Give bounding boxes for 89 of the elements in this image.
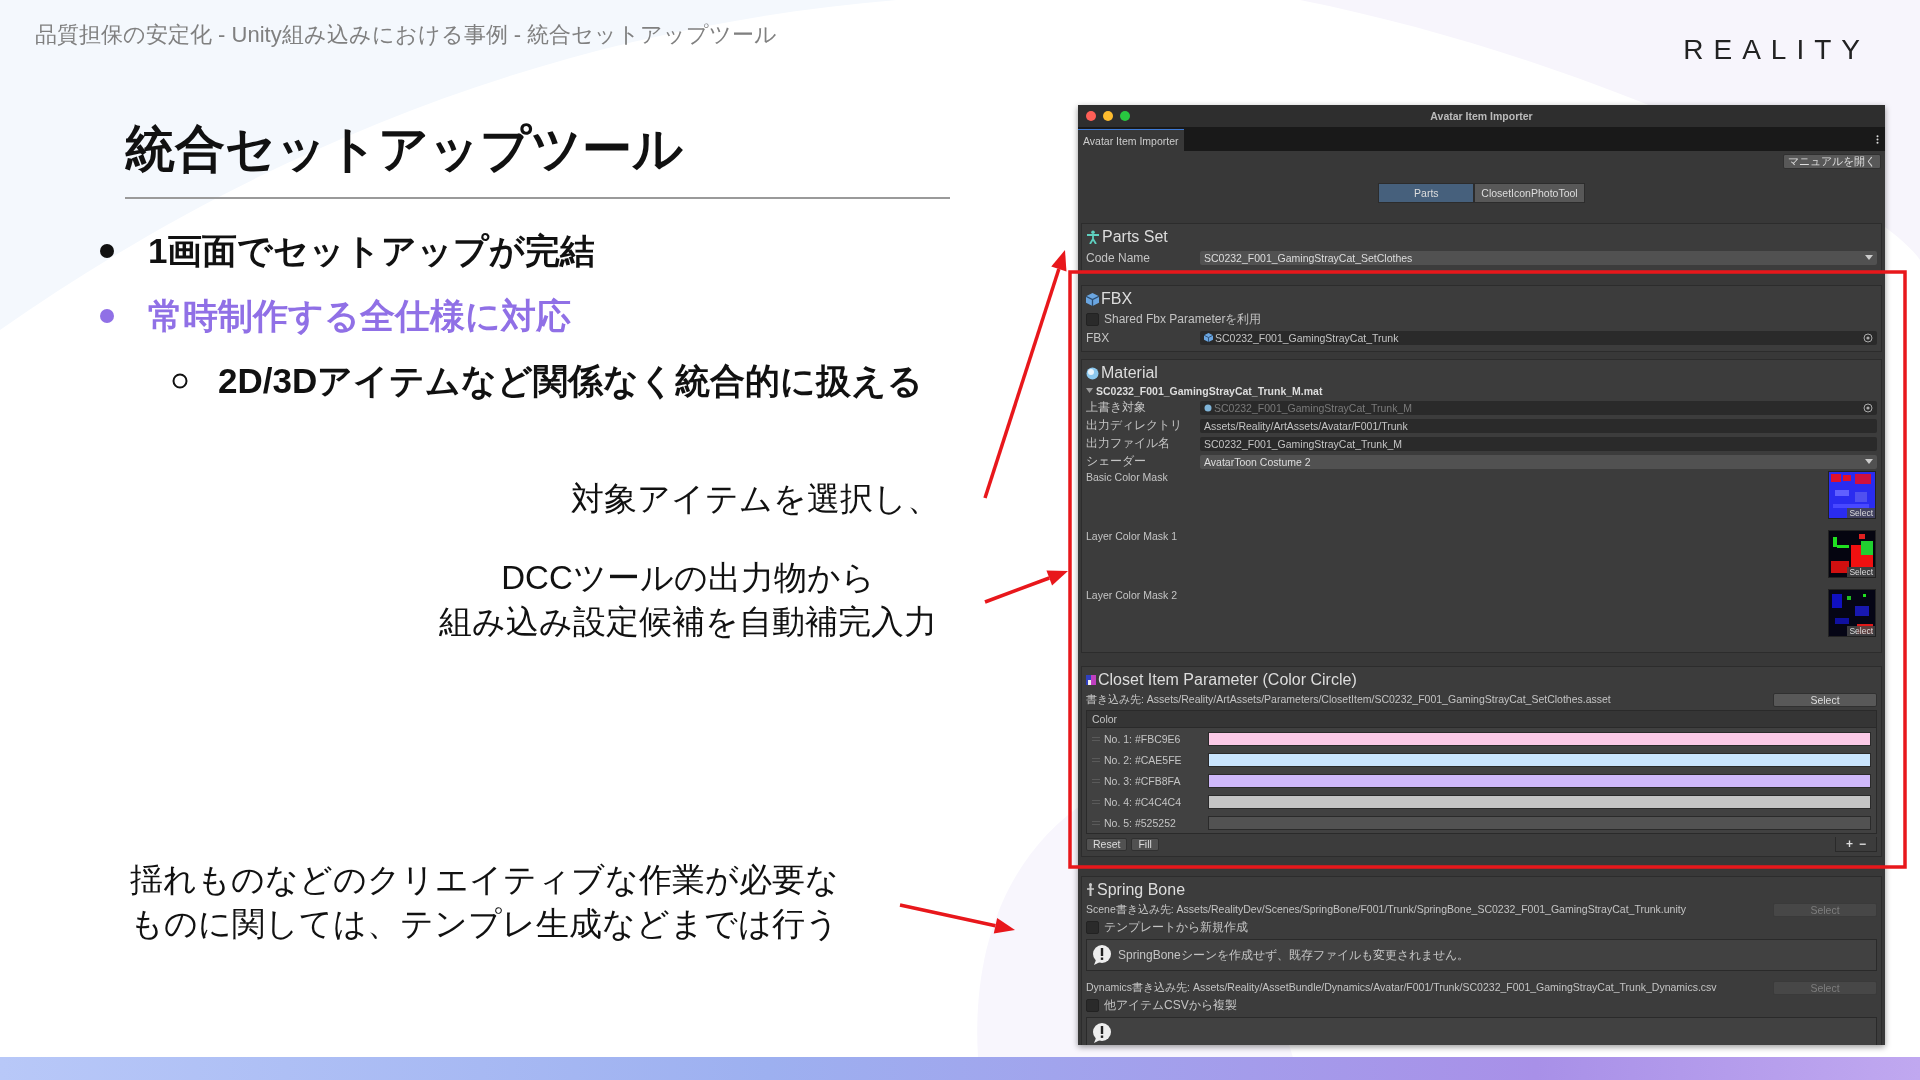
callout-text: DCCツールの出力物から	[500, 558, 876, 598]
window-title: Avatar Item Importer	[1430, 110, 1533, 122]
bullet-text: 2D/3Dアイテムなど関係なく統合的に扱える	[218, 359, 924, 402]
select-button[interactable]: Select	[1773, 693, 1877, 707]
field-label: Layer Color Mask 1	[1086, 530, 1178, 542]
sphere-icon	[1204, 403, 1212, 412]
fill-button[interactable]: Fill	[1131, 838, 1159, 851]
drag-handle-icon[interactable]	[1092, 820, 1100, 825]
field-label: Basic Color Mask	[1086, 471, 1168, 483]
target-icon[interactable]	[1863, 332, 1873, 343]
mode-tab[interactable]: Parts	[1378, 183, 1475, 203]
reset-button[interactable]: Reset	[1086, 838, 1128, 851]
text-field[interactable]: Assets/Reality/ArtAssets/Avatar/F001/Trunk	[1200, 418, 1877, 433]
dropdown-caret-icon	[1865, 254, 1873, 261]
remove-button[interactable]: −	[1859, 837, 1866, 851]
checkbox[interactable]	[1086, 999, 1099, 1012]
checkbox[interactable]	[1086, 313, 1099, 326]
figure-icon	[1086, 230, 1100, 244]
field-label: Layer Color Mask 2	[1086, 589, 1178, 601]
help-text: SpringBoneシーンを作成せず、既存ファイルも変更されません。	[1118, 946, 1469, 964]
list-header: Color	[1092, 713, 1118, 725]
callout-text: ものに関しては、テンプレ生成などまでは行う	[130, 904, 839, 944]
window-tab[interactable]: Avatar Item Importer	[1078, 129, 1184, 151]
drag-handle-icon[interactable]	[1092, 757, 1100, 762]
callout-text: 組み込み設定候補を自動補完入力	[438, 602, 938, 642]
bullet-icon	[172, 373, 188, 389]
foldout-header[interactable]: SC0232_F001_GamingStrayCat_Trunk_M.mat	[1086, 384, 1877, 398]
field-label: 出力ディレクトリ	[1086, 417, 1183, 434]
color-swatch[interactable]	[1208, 815, 1871, 830]
caret-icon	[1086, 388, 1093, 394]
dropdown[interactable]: SC0232_F001_GamingStrayCat_SetClothes	[1200, 250, 1877, 265]
select-button[interactable]: Select	[1847, 567, 1875, 577]
dropdown[interactable]: AvatarToon Costume 2	[1200, 454, 1877, 469]
callout-text: 対象アイテムを選択し、	[570, 479, 940, 519]
section-title: FBX	[1101, 289, 1133, 309]
drag-handle-icon[interactable]	[1092, 778, 1100, 783]
drag-handle-icon[interactable]	[1092, 736, 1100, 741]
color-swatch[interactable]	[1208, 752, 1871, 767]
cube-icon	[1086, 292, 1099, 306]
bullet-text: 常時制作する全仕様に対応	[148, 294, 571, 337]
drag-handle-icon[interactable]	[1092, 799, 1100, 804]
color-swatch[interactable]	[1208, 794, 1871, 809]
color-label: No. 4: #C4C4C4	[1104, 795, 1183, 808]
field-label: シェーダー	[1086, 453, 1147, 470]
section-title: Material	[1101, 363, 1158, 383]
bullet-icon	[100, 244, 114, 258]
field-label: FBX	[1086, 330, 1111, 345]
zoom-button[interactable]	[1120, 111, 1130, 121]
menu-icon[interactable]	[1876, 134, 1879, 144]
object-field[interactable]: SC0232_F001_GamingStrayCat_Trunk	[1200, 330, 1877, 345]
section-title: Spring Bone	[1097, 880, 1186, 900]
manual-button[interactable]: マニュアルを開く	[1783, 154, 1881, 169]
select-button[interactable]: Select	[1847, 508, 1875, 518]
minimize-button[interactable]	[1103, 111, 1113, 121]
field-label: Code Name	[1086, 250, 1152, 265]
slide-title: 統合セットアップツール	[125, 117, 950, 199]
warning-icon	[1092, 944, 1112, 966]
checkbox[interactable]	[1086, 921, 1099, 934]
path-label: Scene書き込み先: Assets/RealityDev/Scenes/SpringBone/F001/Trunk/SpringBone_SC0232_F001_GamingStrayCat_Trunk.unity	[1086, 903, 1686, 917]
callout-text: 揺れものなどのクリエイティブな作業が必要な	[130, 860, 839, 900]
color-label: No. 1: #FBC9E6	[1104, 732, 1182, 745]
breadcrumb: 品質担保の安定化 - Unity組み込みにおける事例 - 統合セットアップツール	[35, 21, 778, 49]
gradient-square-icon	[1086, 675, 1096, 685]
dropdown-caret-icon	[1865, 458, 1873, 465]
color-label: No. 3: #CFB8FA	[1104, 774, 1182, 787]
path-label: Dynamics書き込み先: Assets/Reality/AssetBundle/Dynamics/Avatar/F001/Trunk/SC0232_F001_GamingStrayCat_Trunk_Dynamics.csv	[1086, 981, 1717, 995]
sphere-icon	[1086, 366, 1099, 380]
select-button[interactable]: Select	[1847, 626, 1875, 636]
mode-tab[interactable]: ClosetIconPhotoTool	[1474, 183, 1585, 203]
path-label: 書き込み先: Assets/Reality/ArtAssets/Parameters/ClosetItem/SC0232_F001_GamingStrayCat_SetClothes.asset	[1086, 693, 1611, 707]
color-label: No. 2: #CAE5FE	[1104, 753, 1183, 766]
section-title: Closet Item Parameter (Color Circle)	[1098, 670, 1357, 690]
add-button[interactable]: +	[1845, 837, 1853, 851]
logo: REALITY	[1683, 34, 1870, 66]
field-label: 上書き対象	[1086, 399, 1147, 416]
bone-icon	[1086, 883, 1095, 897]
color-label: No. 5: #525252	[1104, 816, 1177, 829]
checkbox-label: テンプレートから新規作成	[1104, 919, 1248, 936]
close-button[interactable]	[1086, 111, 1096, 121]
checkbox-label: 他アイテムCSVから複製	[1104, 997, 1237, 1014]
cube-icon	[1204, 333, 1213, 342]
color-swatch[interactable]	[1208, 773, 1871, 788]
checkbox-label: Shared Fbx Parameterを利用	[1104, 311, 1262, 328]
bullet-text: 1画面でセットアップが完結	[148, 229, 596, 272]
text-field[interactable]: SC0232_F001_GamingStrayCat_Trunk_M	[1200, 436, 1877, 451]
field-label: 出力ファイル名	[1086, 435, 1171, 452]
bullet-icon	[100, 309, 114, 323]
color-swatch[interactable]	[1208, 731, 1871, 746]
section-title: Parts Set	[1102, 227, 1168, 247]
